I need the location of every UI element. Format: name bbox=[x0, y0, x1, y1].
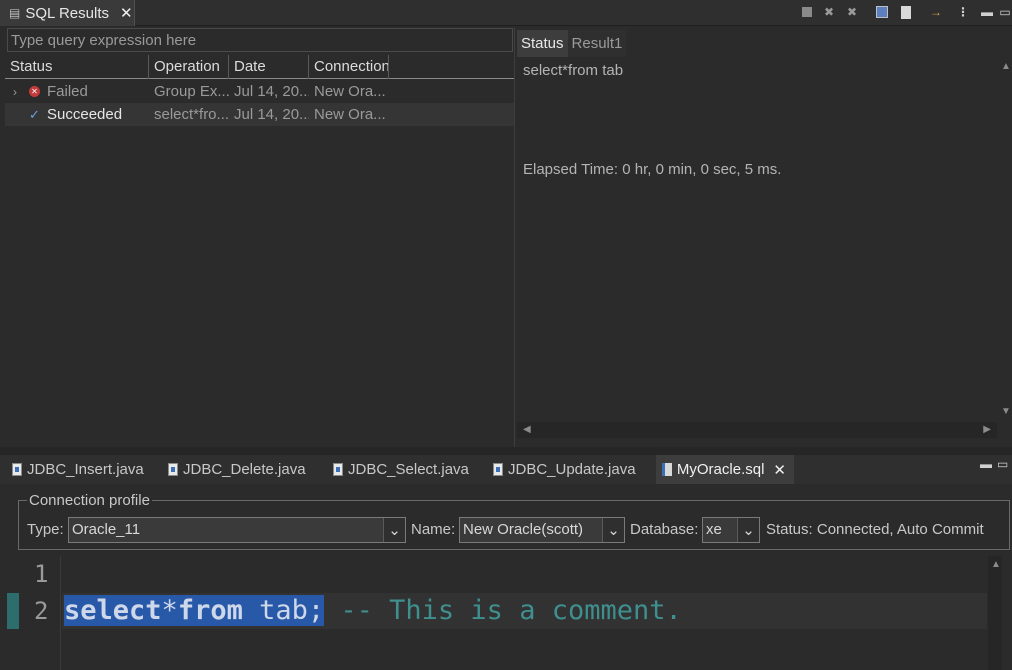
view-menu-icon[interactable]: ⋮ bbox=[954, 3, 972, 21]
view-tab-bar: ▤ SQL Results ✕ ✖ ✖ → ⋮ ▬ ▭ bbox=[0, 0, 1012, 26]
column-date[interactable]: Date bbox=[229, 55, 309, 79]
vertical-scrollbar[interactable]: ▲ ▼ bbox=[998, 59, 1012, 419]
code-comment: -- This is a comment. bbox=[324, 595, 682, 626]
table-icon: ▤ bbox=[9, 6, 21, 20]
remove-icon[interactable]: ✖ bbox=[820, 3, 838, 21]
tab-jdbc-delete[interactable]: JDBC_Delete.java bbox=[168, 455, 306, 484]
tab-result1[interactable]: Result1 bbox=[567, 30, 627, 57]
chevron-down-icon[interactable]: ⌄ bbox=[383, 518, 405, 542]
tab-label: MyOracle.sql bbox=[676, 461, 765, 478]
sql-results-tab-label: SQL Results bbox=[25, 4, 109, 22]
code-line[interactable]: select*from tab; -- This is a comment. bbox=[64, 594, 682, 628]
tab-jdbc-insert[interactable]: JDBC_Insert.java bbox=[12, 455, 144, 484]
code-rest: tab; bbox=[242, 595, 325, 626]
tab-status[interactable]: Status bbox=[517, 30, 568, 57]
editor-vertical-scrollbar[interactable]: ▲ bbox=[988, 556, 1002, 670]
maximize-icon[interactable]: ▭ bbox=[997, 457, 1008, 471]
table-row[interactable]: › ✕ Failed Group Ex... Jul 14, 20... New… bbox=[5, 80, 514, 103]
copy-icon[interactable] bbox=[897, 3, 915, 21]
line-number: 2 bbox=[34, 597, 49, 625]
database-select[interactable]: xe ⌄ bbox=[702, 517, 760, 543]
chevron-down-icon[interactable]: ⌄ bbox=[602, 518, 624, 542]
sql-results-tab[interactable]: ▤ SQL Results ✕ bbox=[0, 0, 135, 26]
name-label: Name: bbox=[411, 521, 456, 538]
minimize-icon[interactable]: ▬ bbox=[978, 3, 996, 21]
save-icon[interactable] bbox=[873, 3, 891, 21]
export-icon[interactable]: → bbox=[927, 3, 945, 21]
selected-text: select*from tab; bbox=[64, 595, 325, 626]
column-status[interactable]: Status bbox=[5, 55, 149, 79]
editor-tab-bar: JDBC_Insert.java JDBC_Delete.java JDBC_S… bbox=[0, 455, 1012, 484]
row-status: Failed bbox=[47, 83, 88, 100]
connection-profile-legend: Connection profile bbox=[27, 492, 152, 509]
panel-splitter[interactable] bbox=[0, 447, 1012, 455]
stop-icon[interactable] bbox=[798, 3, 816, 21]
elapsed-time: Elapsed Time: 0 hr, 0 min, 0 sec, 5 ms. bbox=[523, 161, 782, 178]
maximize-icon[interactable]: ▭ bbox=[996, 3, 1012, 21]
name-select[interactable]: New Oracle(scott) ⌄ bbox=[459, 517, 625, 543]
table-row[interactable]: ✓ Succeeded select*fro... Jul 14, 20... … bbox=[5, 103, 514, 126]
sql-file-icon bbox=[662, 463, 672, 476]
column-connection[interactable]: Connection bbox=[309, 55, 389, 79]
java-file-icon bbox=[12, 463, 22, 476]
tab-jdbc-update[interactable]: JDBC_Update.java bbox=[493, 455, 636, 484]
java-file-icon bbox=[168, 463, 178, 476]
java-file-icon bbox=[493, 463, 503, 476]
name-value: New Oracle(scott) bbox=[463, 521, 584, 538]
close-icon[interactable]: ✕ bbox=[120, 4, 133, 22]
close-icon[interactable]: ✕ bbox=[773, 461, 786, 479]
java-file-icon bbox=[333, 463, 343, 476]
tab-label: JDBC_Select.java bbox=[348, 461, 469, 478]
row-date: Jul 14, 20... bbox=[234, 106, 309, 123]
expand-chevron-icon[interactable]: › bbox=[5, 85, 29, 99]
row-connection: New Ora... bbox=[314, 83, 386, 100]
star-operator: * bbox=[161, 595, 178, 626]
history-table-header: Status Operation Date Connection bbox=[5, 55, 514, 79]
tab-label: JDBC_Delete.java bbox=[183, 461, 306, 478]
row-connection: New Ora... bbox=[314, 106, 386, 123]
change-marker bbox=[7, 593, 19, 629]
keyword-select: select bbox=[64, 595, 162, 626]
history-panel: Status Operation Date Connection › ✕ Fai… bbox=[5, 27, 515, 447]
tab-label: JDBC_Insert.java bbox=[27, 461, 144, 478]
row-date: Jul 14, 20... bbox=[234, 83, 309, 100]
type-select[interactable]: Oracle_11 ⌄ bbox=[68, 517, 406, 543]
scroll-left-icon[interactable]: ◀ bbox=[523, 424, 531, 435]
tab-label: JDBC_Update.java bbox=[508, 461, 636, 478]
executed-query: select*from tab bbox=[523, 62, 624, 79]
keyword-from: from bbox=[177, 595, 243, 626]
result-panel: Status Result1 select*from tab Elapsed T… bbox=[517, 27, 1012, 447]
error-icon: ✕ bbox=[29, 86, 40, 97]
row-status: Succeeded bbox=[47, 106, 123, 123]
chevron-down-icon[interactable]: ⌄ bbox=[737, 518, 759, 542]
type-value: Oracle_11 bbox=[72, 521, 141, 538]
database-value: xe bbox=[706, 521, 722, 538]
sql-editor[interactable]: 1 2 select*from tab; -- This is a commen… bbox=[0, 556, 1012, 670]
status-content: select*from tab Elapsed Time: 0 hr, 0 mi… bbox=[523, 62, 781, 178]
result-tabs: Status Result1 bbox=[517, 30, 627, 57]
scroll-down-icon[interactable]: ▼ bbox=[1001, 406, 1011, 417]
scroll-right-icon[interactable]: ▶ bbox=[983, 424, 991, 435]
gutter-divider bbox=[60, 556, 61, 670]
type-label: Type: bbox=[27, 521, 64, 538]
remove-all-icon[interactable]: ✖ bbox=[843, 3, 861, 21]
horizontal-scrollbar[interactable]: ◀ ▶ bbox=[517, 422, 997, 438]
scroll-up-icon[interactable]: ▲ bbox=[1001, 61, 1011, 72]
minimize-icon[interactable]: ▬ bbox=[980, 457, 992, 471]
scroll-up-icon[interactable]: ▲ bbox=[991, 559, 1001, 570]
query-filter-input[interactable] bbox=[7, 28, 513, 52]
connection-profile-group: Connection profile Type: Oracle_11 ⌄ Nam… bbox=[18, 492, 1010, 550]
column-operation[interactable]: Operation bbox=[149, 55, 229, 79]
line-number: 1 bbox=[34, 560, 49, 588]
tab-jdbc-select[interactable]: JDBC_Select.java bbox=[333, 455, 469, 484]
check-icon: ✓ bbox=[29, 106, 40, 122]
tab-myoracle-sql[interactable]: MyOracle.sql ✕ bbox=[656, 455, 794, 484]
connection-status: Status: Connected, Auto Commit bbox=[766, 521, 984, 538]
row-operation: Group Ex... bbox=[154, 83, 229, 100]
row-operation: select*fro... bbox=[154, 106, 229, 123]
database-label: Database: bbox=[630, 521, 699, 538]
